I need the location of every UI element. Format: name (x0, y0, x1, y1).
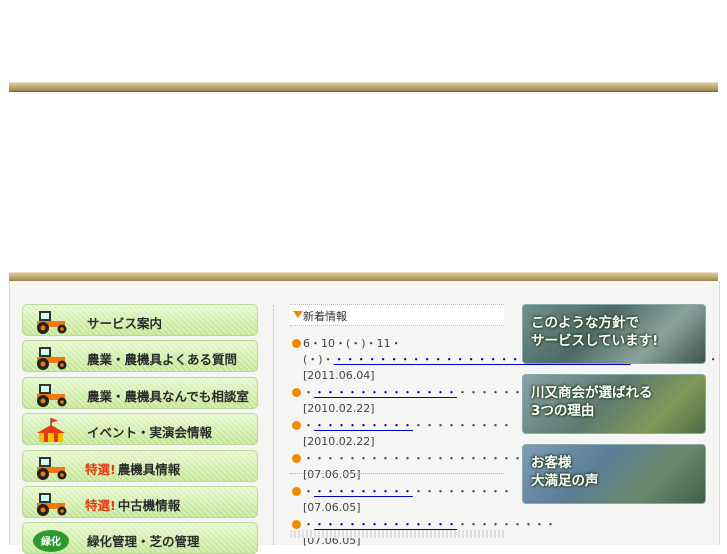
bullet-icon (292, 454, 301, 463)
news-link[interactable]: ・・・・・・・・・ (314, 485, 413, 498)
nav-item-label: イベント・実演会情報 (87, 425, 213, 440)
news-title: 新着情報 (303, 310, 347, 323)
news-item: ・・・・・・・・・・・・・・・・・・・・・・・・[07.06.05] (290, 451, 567, 483)
nav-item-label: 特選! 中古機情報 (85, 498, 181, 513)
news-date: [2010.02.22] (303, 402, 375, 415)
nav-item-events[interactable]: イベント・実演会情報 (22, 413, 258, 445)
triangle-down-icon (293, 311, 303, 318)
nav-item-faq[interactable]: 農業・農機具よくある質問 (22, 340, 258, 372)
news-item: ・・・・・・・・・・・・・・・・・・・[07.06.05] (290, 484, 512, 516)
news-header: 新着情報 (290, 304, 504, 326)
bullet-icon (292, 487, 301, 496)
bottom-strip (290, 530, 504, 538)
header-wood-bar-top (9, 82, 718, 92)
nav-item-label: 農業・農機具よくある質問 (87, 352, 238, 367)
news-item: ・・・・・・・・・・・・・・・・・・・・・・・[2010.02.22] (290, 385, 556, 417)
nav-item-machinery[interactable]: 特選! 農機具情報 (22, 450, 258, 482)
tractor-icon (37, 457, 67, 480)
nav-item-used[interactable]: 特選! 中古機情報 (22, 486, 258, 518)
banner-policy[interactable]: このような方針で サービスしています! (522, 304, 706, 364)
nav-item-label: サービス案内 (87, 316, 163, 331)
news-list: 6・10・(・)・11・(・)・・・・・・・・・・・・・・・・・・・・・・・・・… (290, 336, 719, 550)
greening-badge-icon: 緑化 (33, 530, 69, 552)
nav-item-consult[interactable]: 農業・農機具なんでも相談室 (22, 377, 258, 409)
tent-icon (37, 418, 65, 442)
news-date: [2011.06.04] (303, 369, 375, 382)
news-date: [07.06.05] (303, 501, 361, 514)
nav-item-service[interactable]: サービス案内 (22, 304, 258, 336)
banner-customer-voice[interactable]: お客様 大満足の声 (522, 444, 706, 504)
news-date: [2010.02.22] (303, 435, 375, 448)
bullet-icon (292, 388, 301, 397)
news-item: ・・・・・・・・・・・・・・・・・・・[2010.02.22] (290, 418, 512, 450)
tractor-icon (37, 311, 67, 334)
nav-item-label: 緑化管理・芝の管理 (87, 534, 200, 549)
bullet-icon (292, 339, 301, 348)
svg-text:緑化: 緑化 (41, 535, 61, 548)
news-divider (290, 473, 504, 474)
nav-item-label: 特選! 農機具情報 (85, 462, 181, 477)
banner-text: お客様 大満足の声 (531, 455, 599, 489)
tractor-icon (37, 493, 67, 516)
tractor-icon (37, 384, 67, 407)
tractor-icon (37, 347, 67, 370)
banner-text: 川又商会が選ばれる 3つの理由 (531, 385, 653, 419)
news-date: [07.06.05] (303, 468, 361, 481)
banner-text: このような方針で サービスしています! (531, 315, 659, 349)
column-divider (273, 305, 274, 545)
bullet-icon (292, 421, 301, 430)
banner-reasons[interactable]: 川又商会が選ばれる 3つの理由 (522, 374, 706, 434)
news-link[interactable]: ・・・・・・・・・ (314, 419, 413, 432)
news-item: 6・10・(・)・11・(・)・・・・・・・・・・・・・・・・・・・・・・・・・… (290, 336, 719, 384)
nav-item-label: 農業・農機具なんでも相談室 (87, 389, 249, 404)
nav-item-greening[interactable]: 緑化 緑化管理・芝の管理 (22, 522, 258, 554)
news-link[interactable]: ・・・・・・・・・・・・・ (314, 386, 457, 399)
bullet-icon (292, 520, 301, 529)
